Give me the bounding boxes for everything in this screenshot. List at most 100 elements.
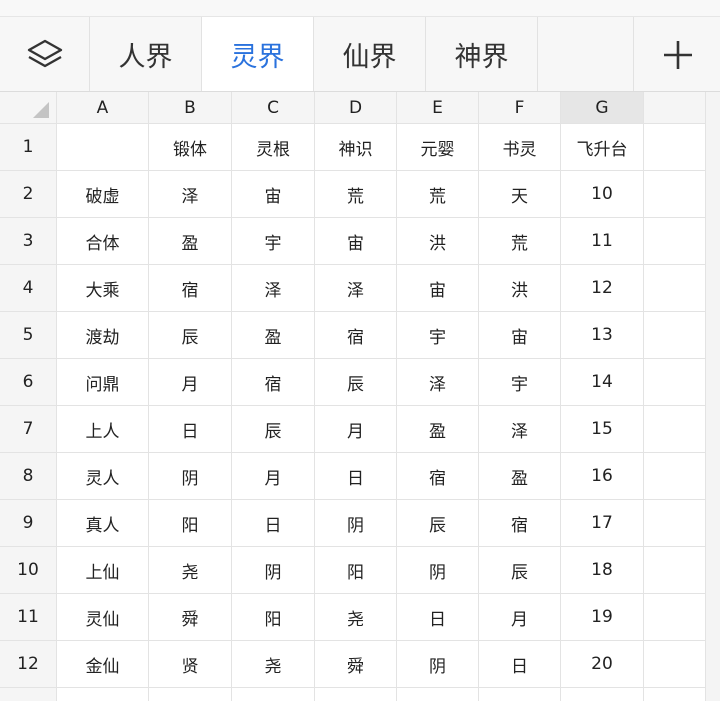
grid-cell[interactable] xyxy=(149,688,232,701)
grid-cell[interactable]: 天 xyxy=(479,171,561,218)
row-header-6[interactable]: 6 xyxy=(0,359,57,406)
sheet-tab-2[interactable]: 灵界 xyxy=(202,17,314,91)
row-header-10[interactable]: 10 xyxy=(0,547,57,594)
grid-cell-empty[interactable] xyxy=(644,406,706,453)
grid-cell[interactable]: 灵仙 xyxy=(57,594,149,641)
grid-cell[interactable]: 洪 xyxy=(397,218,479,265)
row-header-12[interactable]: 12 xyxy=(0,641,57,688)
grid-cell[interactable]: 阴 xyxy=(397,547,479,594)
grid-cell-empty[interactable] xyxy=(644,312,706,359)
grid-cell[interactable]: 宇 xyxy=(397,312,479,359)
grid-cell[interactable]: 阴 xyxy=(397,641,479,688)
grid-cell[interactable]: 泽 xyxy=(315,265,397,312)
grid-cell[interactable]: 书灵 xyxy=(479,124,561,171)
grid-cell-empty[interactable] xyxy=(644,124,706,171)
grid-cell[interactable]: 月 xyxy=(479,594,561,641)
grid-cell[interactable]: 辰 xyxy=(479,547,561,594)
grid-cell[interactable] xyxy=(57,124,149,171)
grid-cell-empty[interactable] xyxy=(644,500,706,547)
grid-cell[interactable]: 盈 xyxy=(397,406,479,453)
grid-cell[interactable]: 大乘 xyxy=(57,265,149,312)
grid-cell-empty[interactable] xyxy=(644,171,706,218)
grid-cell-empty[interactable] xyxy=(644,359,706,406)
grid-cell[interactable]: 渡劫 xyxy=(57,312,149,359)
grid-cell[interactable]: 宿 xyxy=(149,265,232,312)
grid-cell[interactable]: 盈 xyxy=(479,453,561,500)
grid-cell[interactable]: 宙 xyxy=(232,171,315,218)
grid-cell[interactable] xyxy=(561,688,644,701)
grid-cell[interactable]: 阳 xyxy=(315,547,397,594)
grid-cell[interactable]: 辰 xyxy=(315,359,397,406)
sheet-tab-3[interactable]: 仙界 xyxy=(314,17,426,91)
grid-cell[interactable]: 月 xyxy=(232,453,315,500)
grid-cell[interactable]: 15 xyxy=(561,406,644,453)
grid-cell[interactable] xyxy=(232,688,315,701)
column-header-d[interactable]: D xyxy=(315,92,397,124)
grid-cell[interactable]: 宿 xyxy=(315,312,397,359)
grid-cell[interactable]: 锻体 xyxy=(149,124,232,171)
grid-cell[interactable]: 神识 xyxy=(315,124,397,171)
grid-cell[interactable]: 阳 xyxy=(232,594,315,641)
layers-button[interactable] xyxy=(0,17,90,91)
grid-cell[interactable]: 18 xyxy=(561,547,644,594)
grid-cell[interactable]: 月 xyxy=(315,406,397,453)
grid-cell[interactable]: 上人 xyxy=(57,406,149,453)
row-header-4[interactable]: 4 xyxy=(0,265,57,312)
grid-cell[interactable]: 元婴 xyxy=(397,124,479,171)
grid-cell[interactable]: 阳 xyxy=(149,500,232,547)
grid-cell[interactable] xyxy=(57,688,149,701)
grid-cell[interactable]: 12 xyxy=(561,265,644,312)
grid-cell[interactable]: 宿 xyxy=(479,500,561,547)
sheet-tab-1[interactable]: 人界 xyxy=(90,17,202,91)
grid-cell[interactable]: 宙 xyxy=(397,265,479,312)
grid-cell-empty[interactable] xyxy=(644,218,706,265)
grid-cell[interactable]: 月 xyxy=(149,359,232,406)
grid-cell[interactable]: 辰 xyxy=(232,406,315,453)
grid-cell-empty[interactable] xyxy=(644,453,706,500)
grid-cell[interactable]: 宿 xyxy=(397,453,479,500)
grid-cell[interactable]: 荒 xyxy=(397,171,479,218)
grid-cell[interactable]: 阴 xyxy=(149,453,232,500)
grid-cell[interactable]: 16 xyxy=(561,453,644,500)
row-header-3[interactable]: 3 xyxy=(0,218,57,265)
grid-cell[interactable]: 真人 xyxy=(57,500,149,547)
column-header-f[interactable]: F xyxy=(479,92,561,124)
row-header-7[interactable]: 7 xyxy=(0,406,57,453)
grid-cell[interactable]: 盈 xyxy=(232,312,315,359)
row-header-11[interactable]: 11 xyxy=(0,594,57,641)
row-header-13[interactable]: 13 xyxy=(0,688,57,701)
grid-cell[interactable]: 荒 xyxy=(315,171,397,218)
grid-cell[interactable]: 问鼎 xyxy=(57,359,149,406)
grid-cell-empty[interactable] xyxy=(644,594,706,641)
grid-cell[interactable]: 尧 xyxy=(232,641,315,688)
select-all-corner[interactable] xyxy=(0,92,57,124)
grid-cell[interactable]: 泽 xyxy=(479,406,561,453)
grid-cell-empty[interactable] xyxy=(644,688,706,701)
grid-cell[interactable]: 泽 xyxy=(232,265,315,312)
grid-cell[interactable]: 14 xyxy=(561,359,644,406)
grid-cell[interactable]: 金仙 xyxy=(57,641,149,688)
grid-cell[interactable]: 宇 xyxy=(479,359,561,406)
grid-cell-empty[interactable] xyxy=(644,641,706,688)
grid-cell[interactable]: 破虚 xyxy=(57,171,149,218)
grid-cell[interactable]: 贤 xyxy=(149,641,232,688)
column-header-b[interactable]: B xyxy=(149,92,232,124)
grid-cell[interactable]: 宙 xyxy=(479,312,561,359)
grid-cell[interactable]: 舜 xyxy=(315,641,397,688)
column-header-a[interactable]: A xyxy=(57,92,149,124)
grid-cell[interactable]: 阴 xyxy=(232,547,315,594)
row-header-9[interactable]: 9 xyxy=(0,500,57,547)
row-header-8[interactable]: 8 xyxy=(0,453,57,500)
grid-cell-empty[interactable] xyxy=(644,547,706,594)
grid-cell[interactable]: 灵人 xyxy=(57,453,149,500)
grid-cell[interactable]: 13 xyxy=(561,312,644,359)
grid-cell[interactable]: 盈 xyxy=(149,218,232,265)
column-header-e[interactable]: E xyxy=(397,92,479,124)
grid-cell[interactable]: 17 xyxy=(561,500,644,547)
grid-cell[interactable]: 阴 xyxy=(315,500,397,547)
column-header-g[interactable]: G xyxy=(561,92,644,124)
grid-cell[interactable]: 飞升台 xyxy=(561,124,644,171)
grid-cell[interactable]: 日 xyxy=(479,641,561,688)
grid-cell[interactable]: 洪 xyxy=(479,265,561,312)
grid-cell[interactable]: 日 xyxy=(149,406,232,453)
